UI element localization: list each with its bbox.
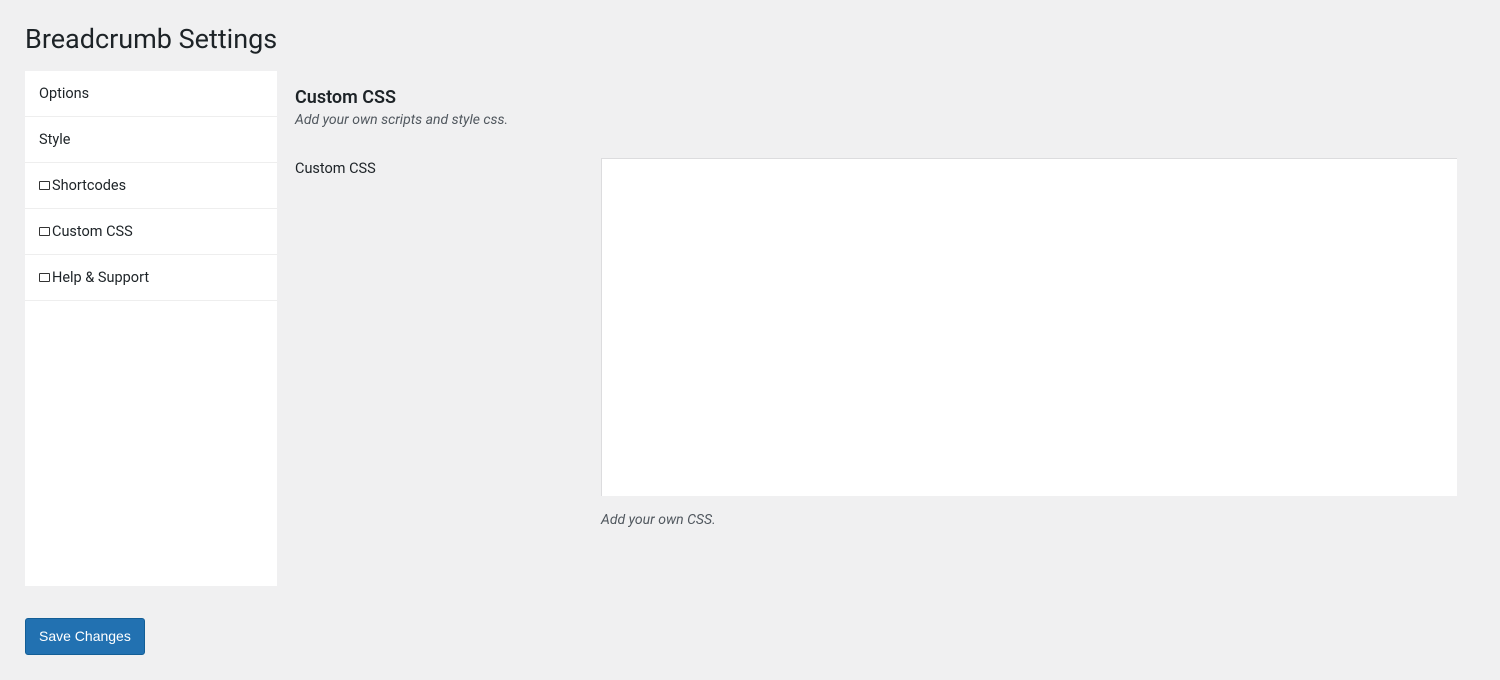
field-row-custom-css: Custom CSS Add your own CSS. <box>295 158 1457 528</box>
field-help: Add your own CSS. <box>601 512 1457 528</box>
custom-css-textarea[interactable] <box>601 158 1457 496</box>
sidebar-item-help-support[interactable]: Help & Support <box>25 255 277 301</box>
section-title: Custom CSS <box>295 87 1457 108</box>
field-label: Custom CSS <box>295 158 601 177</box>
rectangle-icon <box>39 227 50 236</box>
sidebar-item-label: Help & Support <box>52 269 149 286</box>
sidebar-item-style[interactable]: Style <box>25 117 277 163</box>
sidebar-item-custom-css[interactable]: Custom CSS <box>25 209 277 255</box>
sidebar-item-shortcodes[interactable]: Shortcodes <box>25 163 277 209</box>
rectangle-icon <box>39 181 50 190</box>
sidebar-item-label: Custom CSS <box>52 223 133 240</box>
save-button-wrapper: Save Changes <box>0 586 1500 655</box>
save-button[interactable]: Save Changes <box>25 618 145 655</box>
rectangle-icon <box>39 273 50 282</box>
field-control: Add your own CSS. <box>601 158 1457 528</box>
sidebar-item-label: Options <box>39 85 89 102</box>
sidebar-item-label: Shortcodes <box>52 177 126 194</box>
sidebar: Options Style Shortcodes Custom CSS Help… <box>25 71 277 586</box>
sidebar-item-options[interactable]: Options <box>25 71 277 117</box>
sidebar-item-label: Style <box>39 131 70 148</box>
section-subtitle: Add your own scripts and style css. <box>295 112 1457 128</box>
settings-wrapper: Options Style Shortcodes Custom CSS Help… <box>25 71 1475 586</box>
page-title: Breadcrumb Settings <box>0 0 1500 71</box>
main-content: Custom CSS Add your own scripts and styl… <box>277 71 1475 586</box>
